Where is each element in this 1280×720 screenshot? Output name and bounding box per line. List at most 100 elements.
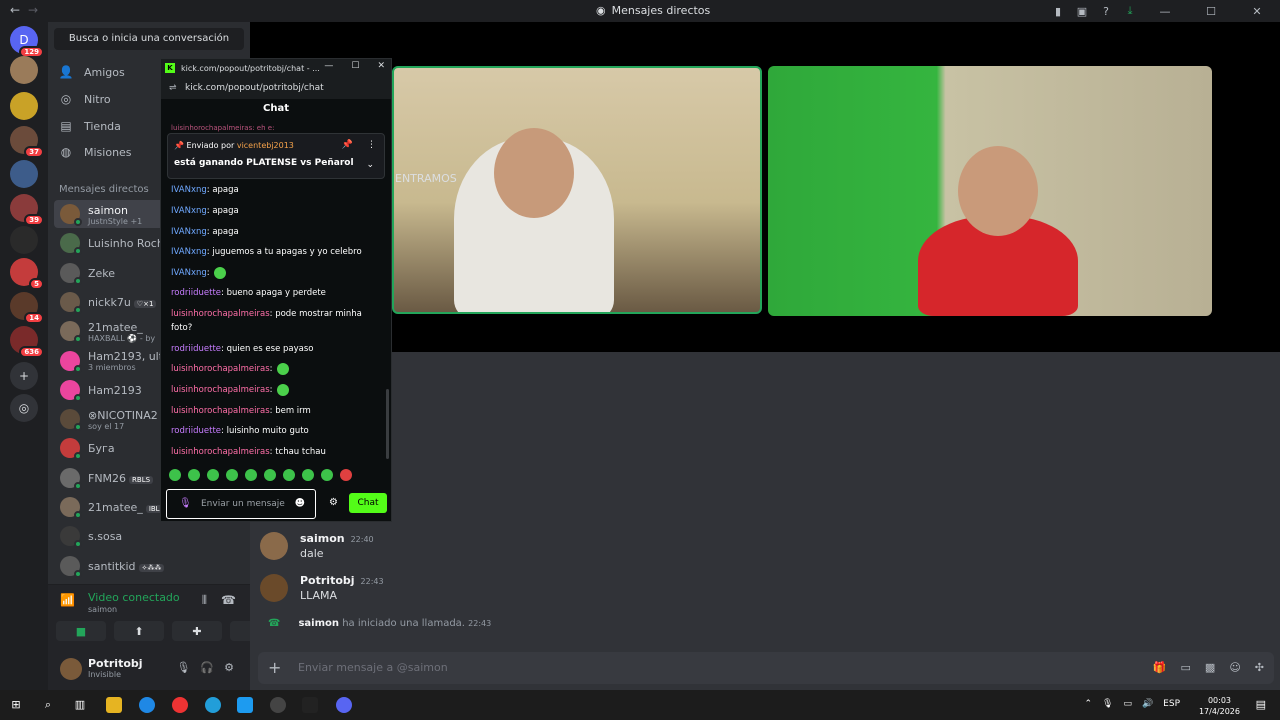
search-icon[interactable]: ⌕ <box>40 697 56 713</box>
chat-send-button[interactable]: Chat <box>349 493 387 513</box>
activities-button[interactable]: ✚ <box>172 621 222 641</box>
server-icon[interactable]: 636 <box>10 326 44 358</box>
screenshare-button[interactable]: ⬆ <box>114 621 164 641</box>
pinned-message[interactable]: 📌 Enviado por vicentebj2013 está ganando… <box>167 133 385 179</box>
message-author[interactable]: Potritobj <box>300 574 355 587</box>
nav-nitro[interactable]: ◎ Nitro <box>58 87 111 111</box>
camera-button[interactable]: ■ <box>56 621 106 641</box>
chat-username[interactable]: IVANxng <box>171 206 207 216</box>
noise-icon[interactable]: ⦀ <box>202 593 207 608</box>
chat-username[interactable]: IVANxng <box>171 227 207 237</box>
chat-username[interactable]: rodriiduette <box>171 344 221 354</box>
server-icon[interactable]: D 129 <box>10 26 44 58</box>
nav-friends[interactable]: 👤 Amigos <box>58 60 125 84</box>
volume-icon[interactable]: 🔊 <box>1142 699 1153 709</box>
chat-username[interactable]: luisinhorochapalmeiras <box>171 447 270 457</box>
emote-icon[interactable] <box>321 469 333 481</box>
chrome-icon[interactable] <box>172 697 188 713</box>
chat-username[interactable]: luisinhorochapalmeiras <box>171 406 270 416</box>
video-tile-saimon[interactable] <box>392 66 762 314</box>
disconnect-icon[interactable]: ☎ <box>221 593 236 608</box>
avatar[interactable] <box>260 574 288 602</box>
mic-icon[interactable]: 🎙 <box>179 498 192 509</box>
pin-icon[interactable]: 📌 <box>342 140 353 150</box>
emoji-icon[interactable]: ☻ <box>295 498 305 509</box>
avatar[interactable] <box>260 532 288 560</box>
emote-icon[interactable] <box>169 469 181 481</box>
chat-username[interactable]: luisinhorochapalmeiras <box>171 364 270 374</box>
obs-icon[interactable] <box>270 697 286 713</box>
forward-button[interactable]: → <box>28 3 38 17</box>
chat-username[interactable]: rodriiduette <box>171 426 221 436</box>
video-tile-potritobj[interactable] <box>768 66 1212 316</box>
screen-icon[interactable]: ▣ <box>1070 5 1094 18</box>
server-icon[interactable]: 5 <box>10 258 44 290</box>
message-author[interactable]: saimon <box>300 532 345 545</box>
avatar[interactable] <box>60 658 82 680</box>
server-icon[interactable] <box>10 92 38 120</box>
bookmark-icon[interactable]: ▮ <box>1046 5 1070 18</box>
clock[interactable]: 00:03 17/4/2026 <box>1199 695 1240 717</box>
emote-icon[interactable] <box>245 469 257 481</box>
mic-icon[interactable]: 🎙 <box>176 661 190 674</box>
chat-username[interactable]: IVANxng <box>171 247 207 257</box>
settings-icon[interactable]: ⚙ <box>224 661 234 674</box>
emoji-icon[interactable]: ☺ <box>1229 661 1240 674</box>
windows-start-icon[interactable]: ⊞ <box>8 697 24 713</box>
scrollbar[interactable] <box>386 389 389 459</box>
sticker-icon[interactable]: ▩ <box>1205 661 1215 674</box>
task-view-icon[interactable]: ▥ <box>72 697 88 713</box>
search-input[interactable]: Busca o inicia una conversación <box>54 28 244 50</box>
edge-icon[interactable] <box>139 697 155 713</box>
emote-icon[interactable] <box>302 469 314 481</box>
message-composer[interactable]: + Enviar mensaje a @saimon 🎁 ▭ ▩ ☺ ✣ <box>258 652 1274 684</box>
gift-icon[interactable]: 🎁 <box>1153 661 1167 674</box>
chevron-down-icon[interactable]: ⌄ <box>366 160 374 170</box>
system-author[interactable]: saimon <box>298 618 339 629</box>
network-icon[interactable]: ▭ <box>1123 699 1132 709</box>
chat-username[interactable]: luisinhorochapalmeiras <box>171 385 270 395</box>
server-icon[interactable] <box>10 226 38 254</box>
notification-icon[interactable]: ▤ <box>1256 698 1266 711</box>
help-icon[interactable]: ? <box>1094 5 1118 18</box>
nav-shop[interactable]: ▤ Tienda <box>58 114 121 138</box>
dm-item[interactable]: santitkid ✧⁂⁂ <box>54 552 244 580</box>
mic-icon[interactable]: 🎙 <box>1102 699 1113 709</box>
more-icon[interactable]: ⋮ <box>367 140 376 150</box>
close-icon[interactable]: ✕ <box>1234 5 1280 18</box>
server-icon[interactable]: 37 <box>10 126 44 158</box>
chat-username[interactable]: IVANxng <box>171 268 207 278</box>
emote-icon[interactable] <box>283 469 295 481</box>
download-icon[interactable]: ⤓ <box>1118 4 1142 18</box>
emote-icon[interactable] <box>264 469 276 481</box>
settings-icon[interactable]: ⚙ <box>329 497 338 508</box>
telegram-icon[interactable] <box>205 697 221 713</box>
maximize-icon[interactable]: ☐ <box>351 61 359 71</box>
chat-username[interactable]: luisinhorochapalmeiras <box>171 309 270 319</box>
gif-icon[interactable]: ▭ <box>1181 661 1191 674</box>
dm-item[interactable]: s.sosa <box>54 522 244 550</box>
emote-icon[interactable] <box>226 469 238 481</box>
file-explorer-icon[interactable] <box>106 697 122 713</box>
emote-icon[interactable] <box>340 469 352 481</box>
chevron-up-icon[interactable]: ⌃ <box>1084 699 1092 709</box>
chat-input[interactable]: 🎙 Enviar un mensaje ☻ <box>166 489 316 519</box>
twitter-icon[interactable] <box>237 697 253 713</box>
add-attachment-icon[interactable]: + <box>268 658 281 677</box>
minimize-icon[interactable]: — <box>324 61 333 71</box>
url-bar[interactable]: ⇌ kick.com/popout/potritobj/chat <box>161 77 391 99</box>
discord-icon[interactable] <box>336 697 352 713</box>
nav-quests[interactable]: ◍ Misiones <box>58 140 132 164</box>
voice-status[interactable]: Video conectado <box>88 591 180 604</box>
chat-username[interactable]: rodriiduette <box>171 288 221 298</box>
emote-icon[interactable] <box>188 469 200 481</box>
headphones-icon[interactable]: 🎧 <box>200 661 214 674</box>
app-icon[interactable] <box>302 697 318 713</box>
language-indicator[interactable]: ESP <box>1163 699 1180 709</box>
server-icon[interactable] <box>10 160 38 188</box>
emote-icon[interactable] <box>207 469 219 481</box>
add-server-icon[interactable]: + <box>10 362 38 390</box>
server-icon[interactable]: 14 <box>10 292 44 324</box>
server-icon[interactable]: 39 <box>10 194 44 226</box>
chat-username[interactable]: IVANxng <box>171 185 207 195</box>
